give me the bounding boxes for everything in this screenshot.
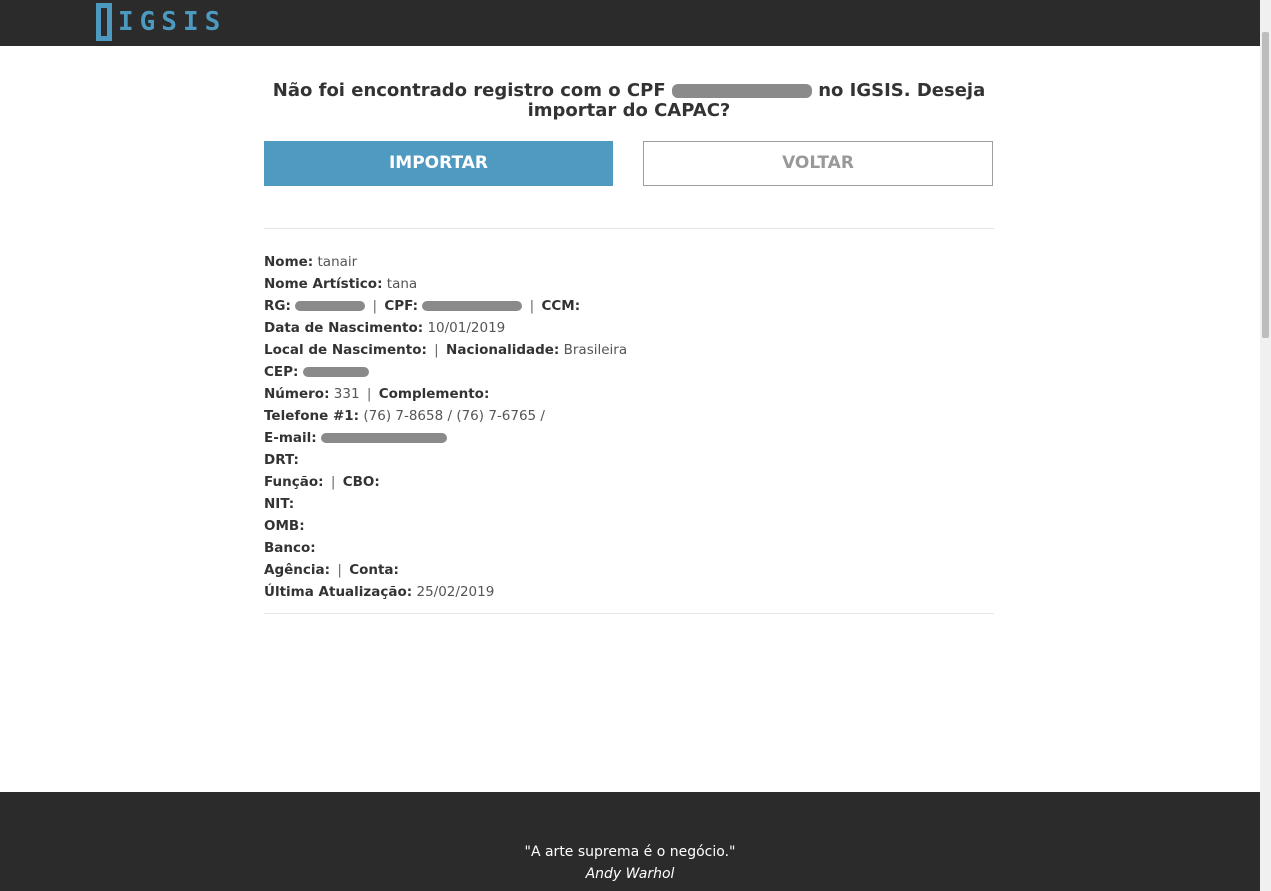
label-nacionalidade: Nacionalidade: [446,342,560,358]
value-nome-artistico: tana [386,276,418,292]
row-nome: Nome: tanair [264,251,994,273]
row-banco: Banco: [264,537,994,559]
redacted-cep [302,367,369,377]
footer-quote-author: Andy Warhol [585,866,675,882]
row-omb: OMB: [264,515,994,537]
import-question: Não foi encontrado registro com o CPF no… [264,81,994,121]
question-text-1: Não foi encontrado registro com o CPF [272,80,666,101]
row-nascimento: Data de Nascimento: 10/01/2019 [264,317,994,339]
label-cpf: CPF: [384,298,419,314]
label-funcao: Função: [264,474,324,490]
capac-record-details: Nome: tanair Nome Artístico: tana RG: | … [264,251,994,603]
main-content: Não foi encontrado registro com o CPF no… [264,46,994,614]
row-local-nacionalidade: Local de Nascimento: | Nacionalidade: Br… [264,339,994,361]
value-numero: 331 [333,386,360,402]
label-nome: Nome: [264,254,314,270]
row-drt: DRT: [264,449,994,471]
divider-top [264,228,994,229]
label-cep: CEP: [264,364,299,380]
footer-quote: "A arte suprema é o negócio." [524,844,736,860]
label-telefone: Telefone #1: [264,408,360,424]
row-email: E-mail: [264,427,994,449]
action-buttons: IMPORTAR VOLTAR [264,141,994,186]
row-atualizacao: Última Atualização: 25/02/2019 [264,581,994,603]
top-navbar: IGSIS [0,0,1260,46]
separator: | [372,298,378,314]
value-telefone: (76) 7-8658 / (76) 7-6765 / [363,408,545,424]
label-banco: Banco: [264,540,316,556]
row-telefone: Telefone #1: (76) 7-8658 / (76) 7-6765 / [264,405,994,427]
label-drt: DRT: [264,452,299,468]
value-nascimento: 10/01/2019 [427,320,506,336]
separator: | [337,562,342,578]
separator: | [529,298,535,314]
redacted-cpf-detail [422,301,523,311]
label-ccm: CCM: [541,298,581,314]
igsis-logo[interactable]: IGSIS [96,2,226,42]
label-local-nascimento: Local de Nascimento: [264,342,427,358]
redacted-cpf [671,84,812,98]
label-nit: NIT: [264,496,295,512]
label-rg: RG: [264,298,291,314]
row-numero-complemento: Número: 331 | Complemento: [264,383,994,405]
label-nascimento: Data de Nascimento: [264,320,424,336]
value-atualizacao: 25/02/2019 [416,584,495,600]
label-nome-artistico: Nome Artístico: [264,276,383,292]
page-footer: "A arte suprema é o negócio." Andy Warho… [0,792,1260,891]
row-cep: CEP: [264,361,994,383]
import-button[interactable]: IMPORTAR [264,141,613,186]
separator: | [434,342,439,358]
row-agencia-conta: Agência: | Conta: [264,559,994,581]
label-numero: Número: [264,386,330,402]
row-nome-artistico: Nome Artístico: tana [264,273,994,295]
label-conta: Conta: [349,562,399,578]
value-nome: tanair [317,254,358,270]
row-funcao-cbo: Função: | CBO: [264,471,994,493]
logo-mark-icon [96,3,112,41]
label-atualizacao: Última Atualização: [264,584,413,600]
page-scrollbar[interactable] [1260,0,1271,891]
redacted-rg [295,301,366,311]
back-button[interactable]: VOLTAR [643,141,993,186]
label-agencia: Agência: [264,562,331,578]
scrollbar-thumb[interactable] [1262,32,1269,338]
label-complemento: Complemento: [378,386,490,402]
row-nit: NIT: [264,493,994,515]
value-nacionalidade: Brasileira [563,342,628,358]
label-omb: OMB: [264,518,305,534]
row-documents: RG: | CPF: | CCM: [264,295,994,317]
separator: | [330,474,336,490]
divider-bottom [264,613,994,614]
label-email: E-mail: [264,430,317,446]
redacted-email [320,433,447,443]
label-cbo: CBO: [342,474,380,490]
separator: | [366,386,372,402]
logo-text: IGSIS [118,7,227,37]
